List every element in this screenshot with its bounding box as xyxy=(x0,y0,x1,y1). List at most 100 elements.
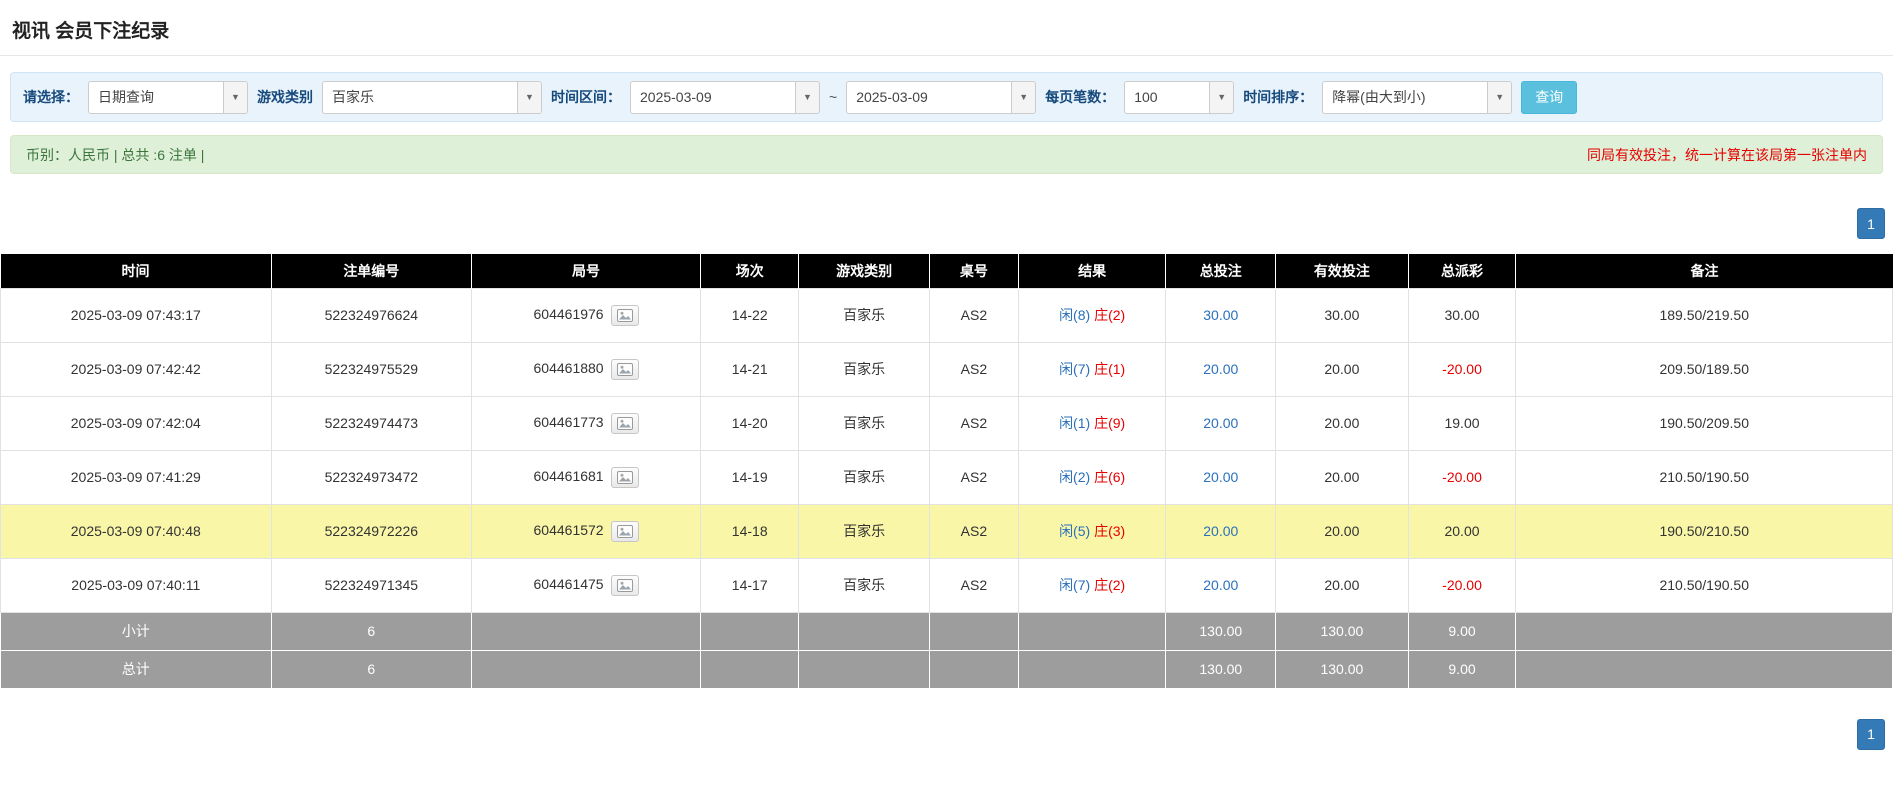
grand-total-count: 6 xyxy=(270,649,473,689)
cell-valid-bet: 20.00 xyxy=(1275,449,1409,505)
cell-valid-bet: 20.00 xyxy=(1275,557,1409,613)
chevron-down-icon[interactable]: ▼ xyxy=(795,81,819,113)
cell-total-bet: 20.00 xyxy=(1165,557,1277,613)
cell-time: 2025-03-09 07:41:29 xyxy=(0,449,272,505)
game-type-select: ▼ xyxy=(322,80,542,114)
search-button[interactable]: 查询 xyxy=(1521,80,1578,114)
cell-table-no: AS2 xyxy=(928,341,1019,397)
date-from-input[interactable] xyxy=(631,81,795,113)
grand-total-label: 总计 xyxy=(0,649,272,689)
total-bet-link[interactable]: 20.00 xyxy=(1203,523,1238,539)
cell-time: 2025-03-09 07:40:11 xyxy=(0,557,272,613)
result-banker: 庄(1) xyxy=(1094,361,1126,377)
cell-table-no: AS2 xyxy=(928,557,1019,613)
page-header: 视讯 会员下注纪录 xyxy=(0,0,1893,55)
table-header-row: 时间 注单编号 局号 场次 游戏类别 桌号 结果 总投注 有效投注 总派彩 备注 xyxy=(0,254,1893,288)
round-id-text: 604461681 xyxy=(533,467,604,484)
cell-note: 210.50/190.50 xyxy=(1515,557,1893,613)
cell-table-no: AS2 xyxy=(928,449,1019,505)
per-page-label: 每页笔数： xyxy=(1045,89,1116,105)
date-to-input[interactable] xyxy=(847,81,1012,113)
col-header-payout: 总派彩 xyxy=(1408,254,1517,288)
table-row[interactable]: 2025-03-09 07:43:17 522324976624 6044619… xyxy=(0,287,1893,343)
cell-note: 210.50/190.50 xyxy=(1515,449,1893,505)
subtotal-label: 小计 xyxy=(0,611,272,651)
round-replay-icon[interactable] xyxy=(610,466,639,488)
chevron-down-icon[interactable]: ▼ xyxy=(223,81,247,113)
query-type-label: 请选择： xyxy=(23,89,79,105)
total-bet-link[interactable]: 20.00 xyxy=(1203,361,1238,377)
subtotal-count: 6 xyxy=(270,611,473,651)
footer-empty-cell xyxy=(700,611,800,651)
col-header-session: 场次 xyxy=(700,254,800,288)
chevron-down-icon[interactable]: ▼ xyxy=(1209,81,1234,113)
cell-result: 闲(1) 庄(9) xyxy=(1017,395,1167,451)
table-row[interactable]: 2025-03-09 07:42:04 522324974473 6044617… xyxy=(0,395,1893,451)
cell-game-type: 百家乐 xyxy=(798,395,930,451)
table-row[interactable]: 2025-03-09 07:42:42 522324975529 6044618… xyxy=(0,341,1893,397)
cell-session: 14-21 xyxy=(700,341,800,397)
cell-time: 2025-03-09 07:42:04 xyxy=(0,395,272,451)
cell-session: 14-22 xyxy=(700,287,800,343)
round-replay-icon[interactable] xyxy=(610,358,639,380)
grand-total-valid-bet: 130.00 xyxy=(1275,649,1409,689)
cell-result: 闲(2) 庄(6) xyxy=(1017,449,1167,505)
cell-time: 2025-03-09 07:43:17 xyxy=(0,287,272,343)
table-row[interactable]: 2025-03-09 07:40:11 522324971345 6044614… xyxy=(0,557,1893,613)
cell-result: 闲(5) 庄(3) xyxy=(1017,503,1167,559)
result-banker: 庄(2) xyxy=(1094,577,1126,593)
per-page-select: ▼ xyxy=(1124,80,1235,114)
table-body: 2025-03-09 07:43:17 522324976624 6044619… xyxy=(0,287,1893,613)
table-row[interactable]: 2025-03-09 07:41:29 522324973472 6044616… xyxy=(0,449,1893,505)
col-header-game-type: 游戏类别 xyxy=(798,254,930,288)
page-1-button[interactable]: 1 xyxy=(1857,208,1885,239)
footer-empty-cell xyxy=(1017,649,1167,689)
query-type-input[interactable] xyxy=(89,81,223,113)
title-divider xyxy=(0,55,1893,56)
cell-bet-id: 522324974473 xyxy=(270,395,473,451)
total-bet-link[interactable]: 30.00 xyxy=(1203,307,1238,323)
result-banker: 庄(3) xyxy=(1094,523,1126,539)
cell-round-id: 604461976 xyxy=(471,287,702,343)
col-header-total-bet: 总投注 xyxy=(1165,254,1277,288)
per-page-input[interactable] xyxy=(1125,81,1210,113)
total-bet-link[interactable]: 20.00 xyxy=(1203,415,1238,431)
col-header-note: 备注 xyxy=(1515,254,1893,288)
round-replay-icon[interactable] xyxy=(610,520,639,542)
grand-total-total-bet: 130.00 xyxy=(1165,649,1277,689)
game-type-input[interactable] xyxy=(323,81,517,113)
chevron-down-icon[interactable]: ▼ xyxy=(1487,81,1512,113)
round-replay-icon[interactable] xyxy=(610,574,639,596)
bet-records-table: 时间 注单编号 局号 场次 游戏类别 桌号 结果 总投注 有效投注 总派彩 备注… xyxy=(0,254,1893,689)
page-1-button[interactable]: 1 xyxy=(1857,718,1885,750)
table-row[interactable]: 2025-03-09 07:40:48 522324972226 6044615… xyxy=(0,503,1893,559)
footer-empty-cell xyxy=(1515,611,1893,651)
cell-game-type: 百家乐 xyxy=(798,557,930,613)
result-player: 闲(5) xyxy=(1059,523,1091,539)
query-type-select: ▼ xyxy=(88,80,248,114)
footer-empty-cell xyxy=(471,649,702,689)
cell-total-bet: 20.00 xyxy=(1165,341,1277,397)
sort-order-select: ▼ xyxy=(1322,80,1513,114)
total-bet-link[interactable]: 20.00 xyxy=(1203,577,1238,593)
cell-payout: -20.00 xyxy=(1407,449,1517,505)
result-banker: 庄(2) xyxy=(1094,307,1126,323)
footer-empty-cell xyxy=(798,611,930,651)
sort-order-input[interactable] xyxy=(1323,81,1488,113)
cell-bet-id: 522324972226 xyxy=(270,503,473,559)
cell-payout: 19.00 xyxy=(1407,395,1517,451)
total-bet-link[interactable]: 20.00 xyxy=(1203,469,1238,485)
cell-result: 闲(7) 庄(1) xyxy=(1017,341,1167,397)
chevron-down-icon[interactable]: ▼ xyxy=(1011,81,1036,113)
round-replay-icon[interactable] xyxy=(610,304,639,326)
cell-game-type: 百家乐 xyxy=(798,503,930,559)
col-header-result: 结果 xyxy=(1018,254,1167,288)
col-header-table-no: 桌号 xyxy=(929,254,1019,288)
grand-total-payout: 9.00 xyxy=(1407,649,1517,689)
round-id-text: 604461773 xyxy=(533,413,604,430)
footer-empty-cell xyxy=(700,649,800,689)
cell-total-bet: 20.00 xyxy=(1165,449,1277,505)
valid-bet-notice: 同局有效投注，统一计算在该局第一张注单内 xyxy=(1587,146,1867,163)
round-replay-icon[interactable] xyxy=(610,412,639,434)
chevron-down-icon[interactable]: ▼ xyxy=(517,81,541,113)
